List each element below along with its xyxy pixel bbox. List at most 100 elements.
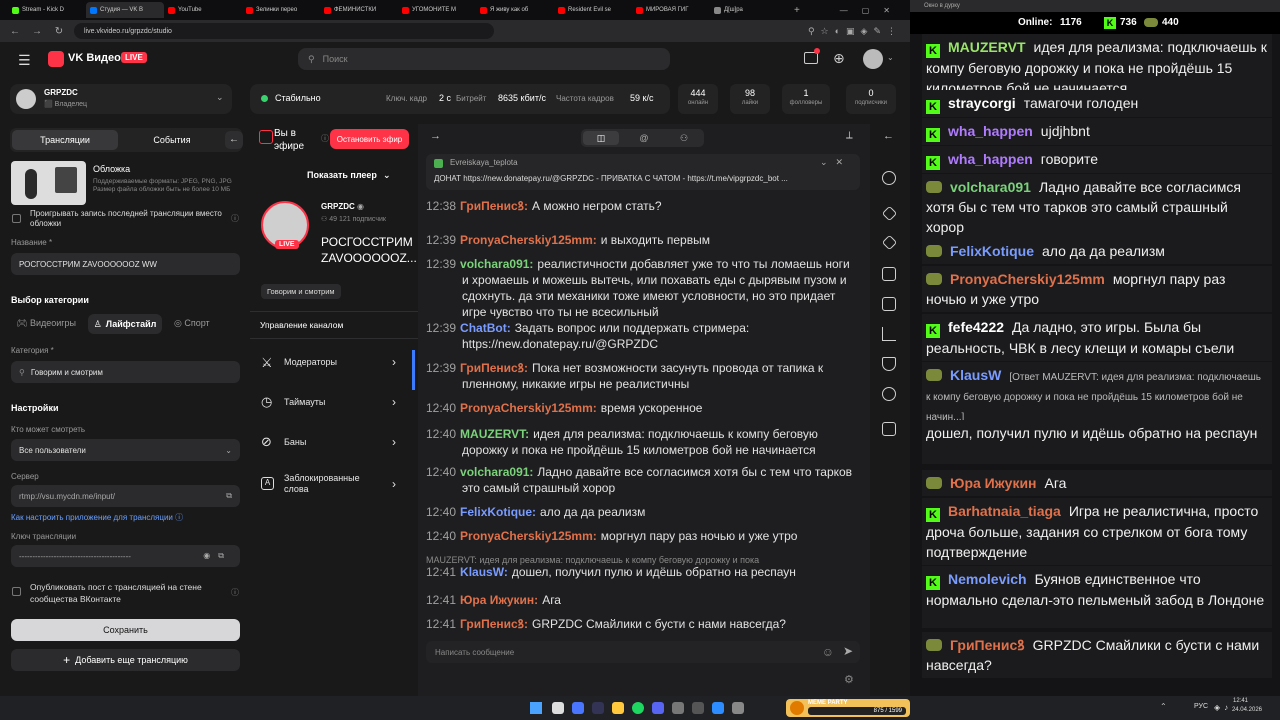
chat-message[interactable]: 12:39 PronyaCherskiy125mm: и выходить перв…: [426, 232, 856, 248]
forward-icon[interactable]: →: [30, 26, 44, 37]
browser-tab[interactable]: Зелинки перео: [242, 2, 320, 18]
info-icon[interactable]: ⓘ: [231, 587, 239, 598]
tab-events[interactable]: События: [120, 130, 224, 150]
clip-icon[interactable]: [882, 422, 896, 436]
message-author[interactable]: ГриПенисꝸ:: [460, 199, 528, 213]
publish-checkbox[interactable]: [12, 587, 21, 596]
pin-icon[interactable]: ⟂: [846, 130, 853, 141]
cat-tab-games[interactable]: 🎮︎ Видеоигры: [16, 318, 76, 329]
telegram-icon[interactable]: [712, 702, 724, 714]
browser-tab-active[interactable]: Студия — VK В: [86, 2, 164, 18]
menu-blocked-words[interactable]: A Заблокированные слова ›: [250, 464, 418, 504]
back-icon[interactable]: ←: [8, 26, 22, 37]
copy-icon[interactable]: ⧉: [226, 491, 232, 501]
stream-tag[interactable]: Говорим и смотрим: [261, 284, 341, 299]
chat-message[interactable]: 12:41 ГриПенисꝸ: GRPZDC Смайлики с бусти с…: [426, 616, 856, 632]
chart-icon[interactable]: [882, 327, 896, 341]
obs-icon[interactable]: [692, 702, 704, 714]
gem-icon[interactable]: [881, 234, 898, 251]
message-author[interactable]: PronyaCherskiy125mm:: [460, 233, 597, 247]
chat-message[interactable]: 12:38 ГриПенисꝸ: А можно негром стать?: [426, 198, 856, 214]
chevron-down-icon[interactable]: ⌄: [887, 53, 894, 62]
expand-right-icon[interactable]: →: [430, 130, 441, 142]
browser-tab[interactable]: УГОМОНИТЕ М: [398, 2, 476, 18]
chat-message[interactable]: 12:39 ChatBot: Задать вопрос или поддержат…: [426, 320, 856, 352]
settings-icon[interactable]: ⚙: [844, 673, 854, 686]
diamond-icon[interactable]: [881, 205, 898, 222]
settings-icon[interactable]: [882, 171, 896, 185]
add-icon[interactable]: ⊕: [833, 50, 845, 67]
chrome-icon[interactable]: [552, 702, 564, 714]
message-author[interactable]: ChatBot:: [460, 321, 511, 335]
replay-checkbox[interactable]: [12, 214, 21, 223]
collapse-left-icon[interactable]: ←: [225, 131, 243, 149]
chat-message[interactable]: 12:41 Юра Ижукин: Ага: [426, 592, 856, 608]
back-arrow-icon[interactable]: ←: [883, 130, 894, 142]
stream-key-field[interactable]: ----------------------------------------…: [11, 545, 240, 567]
new-tab-icon[interactable]: +: [794, 5, 800, 16]
browser-tab[interactable]: МИРОВАЯ ГИГ: [632, 2, 710, 18]
chat-bubble-icon[interactable]: ◫: [583, 131, 619, 145]
chat-message[interactable]: 12:40 PronyaCherskiy125mm: моргнул пару ра…: [426, 528, 856, 544]
spotify-icon[interactable]: [632, 702, 644, 714]
window-controls[interactable]: —▢✕: [840, 6, 910, 15]
list-icon[interactable]: [882, 297, 896, 311]
cover-thumbnail[interactable]: [11, 161, 86, 205]
pinned-message[interactable]: Evreiskaya_teplota ⌄✕ ДОНАТ https://new.…: [426, 154, 860, 190]
tray-chevron-icon[interactable]: ⌃: [1160, 702, 1167, 711]
avatar[interactable]: [863, 49, 883, 69]
browser-app-icon[interactable]: [572, 702, 584, 714]
info-icon[interactable]: ⓘ: [321, 133, 329, 144]
extension-icons[interactable]: ⚲☆◐▣◈✎⋮: [808, 26, 902, 37]
cat-tab-sport[interactable]: ◎ Спорт: [174, 318, 210, 329]
app-icon[interactable]: [732, 702, 744, 714]
dice-icon[interactable]: [882, 267, 896, 281]
chat-message[interactable]: 12:40 PronyaCherskiy125mm: время ускоренно…: [426, 400, 856, 416]
server-field[interactable]: rtmp://vsu.mycdn.me/input/ ⧉: [11, 485, 240, 507]
chat-message[interactable]: 12:39 volchara091: реалистичности добавляе…: [426, 256, 856, 320]
tab-broadcasts[interactable]: Трансляции: [12, 130, 118, 150]
discord-icon[interactable]: [652, 702, 664, 714]
message-author[interactable]: FelixKotique:: [460, 505, 536, 519]
message-author[interactable]: MAUZERVT:: [460, 427, 529, 441]
chat-message[interactable]: 12:39 ГриПенисꝸ: Пока нет возможности засу…: [426, 360, 856, 392]
users-icon[interactable]: ⚇: [669, 131, 699, 145]
menu-bans[interactable]: ⊘ Баны ›: [250, 422, 418, 462]
channel-selector[interactable]: GRPZDC ⬛ Владелец ⌄: [10, 84, 232, 114]
message-author[interactable]: volchara091:: [460, 465, 533, 479]
gamepad-icon[interactable]: [882, 387, 896, 401]
trophy-icon[interactable]: [882, 357, 896, 371]
message-author[interactable]: ГриПенисꝸ:: [460, 617, 528, 631]
clock-time[interactable]: 12:41: [1228, 698, 1248, 704]
menu-timeouts[interactable]: ◷ Таймауты ›: [250, 382, 418, 422]
steam-icon[interactable]: [592, 702, 604, 714]
eye-copy-icons[interactable]: ◉⧉: [203, 551, 232, 561]
chat-message[interactable]: 12:40 volchara091: Ладно давайте все согла…: [426, 464, 856, 496]
message-author[interactable]: PronyaCherskiy125mm:: [460, 401, 597, 415]
message-author[interactable]: PronyaCherskiy125mm:: [460, 529, 597, 543]
vk-video-logo-icon[interactable]: [48, 51, 64, 67]
browser-tab[interactable]: Д[ш]ра: [710, 2, 788, 18]
menu-icon[interactable]: ☰: [18, 52, 31, 69]
send-icon[interactable]: ➤: [843, 644, 853, 658]
message-author[interactable]: volchara091:: [460, 257, 533, 271]
who-can-watch-select[interactable]: Все пользователи ⌄: [11, 439, 240, 461]
reload-icon[interactable]: ↻: [52, 26, 66, 37]
save-button[interactable]: Сохранить: [11, 619, 240, 641]
browser-tab[interactable]: Stream - Kick D: [8, 2, 86, 18]
cat-tab-lifestyle[interactable]: ♙ Лайфстайл: [88, 314, 162, 334]
mention-icon[interactable]: @: [629, 131, 659, 145]
browser-tab[interactable]: Resident Evil se: [554, 2, 632, 18]
info-icon[interactable]: ⓘ: [231, 213, 239, 224]
message-author[interactable]: Юра Ижукин:: [460, 593, 538, 607]
folder-icon[interactable]: [612, 702, 624, 714]
app-icon[interactable]: [672, 702, 684, 714]
browser-tab[interactable]: YouTube: [164, 2, 242, 18]
windows-start-icon[interactable]: [530, 702, 542, 714]
category-input[interactable]: ⚲ Говорим и смотрим: [11, 361, 240, 383]
browser-tab[interactable]: ФЕМИНИСТКИ: [320, 2, 398, 18]
keyboard-language[interactable]: РУС: [1194, 703, 1208, 710]
stream-name-input[interactable]: РОСГОССТРИМ ZAVOOOOOOZ WW: [11, 253, 240, 275]
meme-party-widget[interactable]: MEME PARTY 875 / 1599: [786, 699, 910, 717]
add-broadcast-button[interactable]: + Добавить еще трансляцию: [11, 649, 240, 671]
